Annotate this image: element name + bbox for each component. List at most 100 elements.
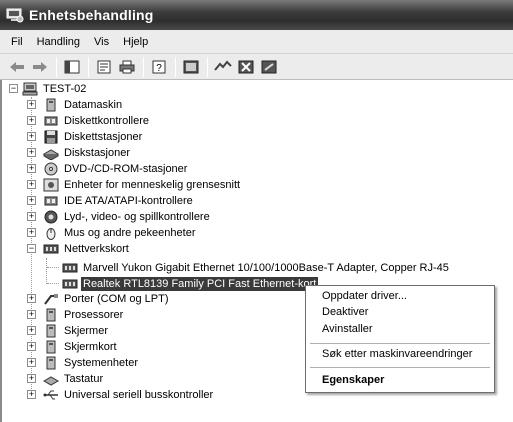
menu-help[interactable]: Hjelp: [116, 36, 155, 48]
computer-icon: [22, 82, 38, 96]
tree-item-mice[interactable]: Mus og andre pekeenheter: [43, 225, 197, 241]
menu-view[interactable]: Vis: [87, 36, 116, 48]
context-menu-separator: [310, 343, 490, 344]
expand-toggle[interactable]: +: [27, 180, 36, 189]
computer-icon: [46, 98, 56, 112]
context-menu-scan-hardware[interactable]: Søk etter maskinvareendringer: [322, 348, 472, 360]
menu-file[interactable]: Fil: [4, 36, 30, 48]
print-icon: [119, 60, 135, 73]
expand-toggle[interactable]: +: [27, 374, 36, 383]
expand-toggle[interactable]: +: [27, 390, 36, 399]
uninstall-button[interactable]: [235, 56, 257, 78]
usb-icon: [43, 390, 58, 400]
tree-item-keyboards[interactable]: Tastatur: [43, 371, 105, 387]
tree-item-floppy-drives[interactable]: Diskettstasjoner: [43, 129, 144, 145]
hid-icon: [43, 178, 59, 192]
context-menu-disable[interactable]: Deaktiver: [322, 306, 368, 318]
expand-toggle[interactable]: +: [27, 326, 36, 335]
scan-hardware-icon: [183, 60, 199, 73]
back-button[interactable]: [6, 56, 28, 78]
expand-toggle[interactable]: +: [27, 358, 36, 367]
disable-icon: [261, 60, 277, 73]
tree-item-label: Datamaskin: [64, 99, 123, 111]
mouse-icon: [46, 228, 56, 240]
expand-toggle[interactable]: +: [27, 342, 36, 351]
controller-icon: [44, 196, 58, 206]
tree-item-monitors[interactable]: Skjermer: [43, 323, 110, 339]
tree-item-label: Lyd-, video- og spillkontrollere: [64, 211, 210, 223]
show-hide-tree-icon: [64, 60, 80, 73]
controller-icon: [44, 116, 58, 126]
uninstall-icon: [238, 60, 254, 73]
expand-toggle[interactable]: +: [27, 116, 36, 125]
expand-toggle[interactable]: +: [27, 228, 36, 237]
tree-item-network-adapters[interactable]: Nettverkskort: [43, 241, 131, 257]
expand-toggle[interactable]: +: [27, 148, 36, 157]
system-device-icon: [46, 356, 56, 370]
update-driver-icon: [214, 60, 232, 71]
forward-button[interactable]: [29, 56, 51, 78]
properties-icon: [97, 60, 111, 73]
properties-button[interactable]: [93, 56, 115, 78]
tree-item-ide-controllers[interactable]: IDE ATA/ATAPI-kontrollere: [43, 193, 195, 209]
expand-toggle[interactable]: +: [27, 132, 36, 141]
back-icon: [10, 61, 24, 72]
expand-toggle[interactable]: +: [27, 294, 36, 303]
tree-item-ports[interactable]: Porter (COM og LPT): [43, 291, 171, 307]
context-menu-uninstall[interactable]: Avinstaller: [322, 323, 373, 335]
expand-toggle[interactable]: +: [27, 100, 36, 109]
tree-item-label: Enheter for menneskelig grensesnitt: [64, 179, 241, 191]
toolbar-separator: [88, 56, 89, 77]
tree-item-realtek-adapter[interactable]: Realtek RTL8139 Family PCI Fast Ethernet…: [62, 276, 319, 292]
scan-hardware-button[interactable]: [180, 56, 202, 78]
tree-root-label: TEST-02: [43, 83, 87, 95]
tree-item-computer[interactable]: Datamaskin: [43, 97, 124, 113]
tree-item-floppy-controllers[interactable]: Diskettkontrollere: [43, 113, 151, 129]
toolbar: ?: [0, 54, 513, 80]
tree-item-marvell-adapter[interactable]: Marvell Yukon Gigabit Ethernet 10/100/10…: [62, 260, 451, 276]
update-driver-button[interactable]: [212, 56, 234, 78]
tree-line: [47, 267, 59, 268]
toolbar-separator: [207, 56, 208, 77]
tree-item-dvd-cd-drives[interactable]: DVD-/CD-ROM-stasjoner: [43, 161, 189, 177]
toolbar-separator: [175, 56, 176, 77]
tree-item-label: IDE ATA/ATAPI-kontrollere: [64, 195, 193, 207]
tree-item-usb-controllers[interactable]: Universal seriell busskontroller: [43, 387, 215, 403]
help-button[interactable]: ?: [148, 56, 170, 78]
tree-item-display-adapters[interactable]: Skjermkort: [43, 339, 119, 355]
tree-item-label: DVD-/CD-ROM-stasjoner: [64, 163, 188, 175]
network-card-icon: [62, 279, 78, 289]
menu-action[interactable]: Handling: [30, 36, 87, 48]
context-menu-properties[interactable]: Egenskaper: [322, 374, 384, 386]
tree-item-label: Systemenheter: [64, 357, 138, 369]
disable-button[interactable]: [258, 56, 280, 78]
collapse-toggle[interactable]: −: [27, 244, 36, 253]
tree-item-sound-controllers[interactable]: Lyd-, video- og spillkontrollere: [43, 209, 212, 225]
tree-item-processors[interactable]: Prosessorer: [43, 307, 125, 323]
expand-toggle[interactable]: +: [27, 310, 36, 319]
tree-item-disk-drives[interactable]: Diskstasjoner: [43, 145, 132, 161]
context-menu-update-driver[interactable]: Oppdater driver...: [322, 290, 407, 302]
display-adapter-icon: [46, 340, 56, 354]
help-icon: ?: [152, 60, 166, 74]
tree-root[interactable]: TEST-02: [22, 81, 88, 97]
cd-drive-icon: [44, 162, 58, 176]
keyboard-icon: [43, 376, 59, 386]
tree-item-system-devices[interactable]: Systemenheter: [43, 355, 140, 371]
tree-item-label: Prosessorer: [64, 309, 124, 321]
tree-item-hid[interactable]: Enheter for menneskelig grensesnitt: [43, 177, 242, 193]
tree-item-label: Realtek RTL8139 Family PCI Fast Ethernet…: [81, 277, 319, 291]
expand-toggle[interactable]: +: [27, 164, 36, 173]
show-hide-tree-button[interactable]: [61, 56, 83, 78]
tree-line: [47, 283, 59, 284]
expand-toggle[interactable]: −: [9, 84, 18, 93]
menu-bar: Fil Handling Vis Hjelp: [0, 30, 513, 54]
window-title: Enhetsbehandling: [29, 7, 154, 23]
print-button[interactable]: [116, 56, 138, 78]
port-icon: [44, 294, 58, 305]
expand-toggle[interactable]: +: [27, 196, 36, 205]
expand-toggle[interactable]: +: [27, 212, 36, 221]
context-menu-separator: [310, 367, 490, 368]
monitor-icon: [46, 324, 56, 338]
tree-line: [46, 258, 47, 284]
